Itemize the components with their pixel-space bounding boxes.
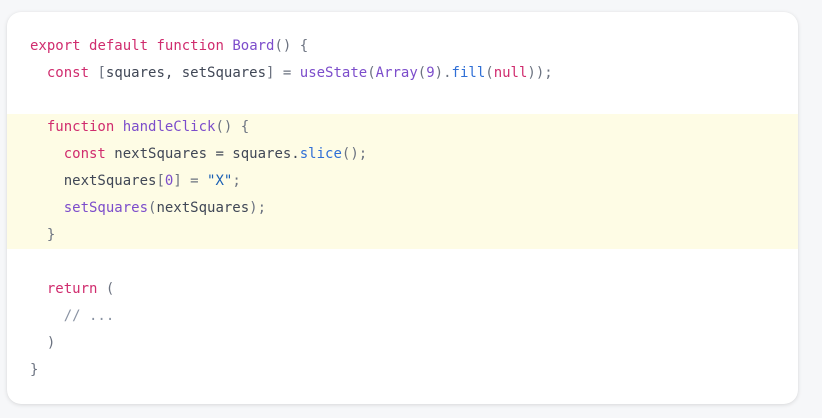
- code-token: nextSquares: [156, 200, 250, 216]
- code-line: export default function Board() {: [7, 33, 798, 60]
- code-line: nextSquares[0] = "X";: [7, 168, 798, 195]
- code-token: handleClick: [122, 119, 216, 135]
- code-token: () {: [274, 38, 309, 54]
- code-token: useState: [299, 65, 368, 81]
- code-token: nextSquares: [30, 173, 157, 189]
- code-token: function: [46, 119, 115, 135]
- code-token: // ...: [63, 308, 115, 324]
- code-line: function handleClick() {: [7, 114, 798, 141]
- code-token: ;: [232, 173, 241, 189]
- code-token: ] =: [266, 65, 300, 81]
- code-token: ));: [527, 65, 553, 81]
- code-token: [: [156, 173, 165, 189]
- code-token: nextSquares = squares.: [105, 146, 300, 162]
- code-token: const: [63, 146, 106, 162]
- code-token: (: [417, 65, 427, 81]
- code-token: setSquares: [63, 200, 149, 216]
- code-token: [: [97, 65, 106, 81]
- code-line: const [squares, setSquares] = useState(A…: [7, 60, 798, 87]
- code-token: const: [46, 65, 90, 81]
- code-token: }: [46, 227, 56, 243]
- code-token: ();: [341, 146, 368, 162]
- code-token: slice: [299, 146, 342, 162]
- code-line: ): [7, 330, 798, 357]
- code-token: (: [367, 65, 376, 81]
- code-token: Board: [232, 38, 275, 54]
- code-token: (: [105, 281, 115, 297]
- code-token: export: [30, 38, 81, 54]
- code-token: ).: [434, 65, 452, 81]
- code-line: setSquares(nextSquares);: [7, 195, 798, 222]
- code-token: ): [46, 335, 56, 351]
- code-token: ] =: [173, 173, 208, 189]
- code-token: 9: [426, 65, 435, 81]
- code-token: fill: [451, 65, 486, 81]
- code-token: return: [46, 281, 98, 297]
- code-line: }: [7, 357, 798, 384]
- code-line: // ...: [7, 303, 798, 330]
- code-token: }: [30, 362, 39, 378]
- code-token: () {: [215, 119, 250, 135]
- code-token: null: [493, 65, 528, 81]
- code-block: export default function Board() { const …: [7, 12, 798, 404]
- code-line: const nextSquares = squares.slice();: [7, 141, 798, 168]
- code-line: return (: [7, 276, 798, 303]
- code-token: function: [156, 38, 224, 54]
- code-token: (: [485, 65, 494, 81]
- code-token: "X": [207, 173, 233, 189]
- code-token: squares, setSquares: [105, 65, 267, 81]
- code-token: Array: [375, 65, 418, 81]
- code-listing: export default function Board() { const …: [7, 33, 798, 384]
- code-token: );: [249, 200, 267, 216]
- code-line: }: [7, 222, 798, 249]
- code-token: default: [89, 38, 149, 54]
